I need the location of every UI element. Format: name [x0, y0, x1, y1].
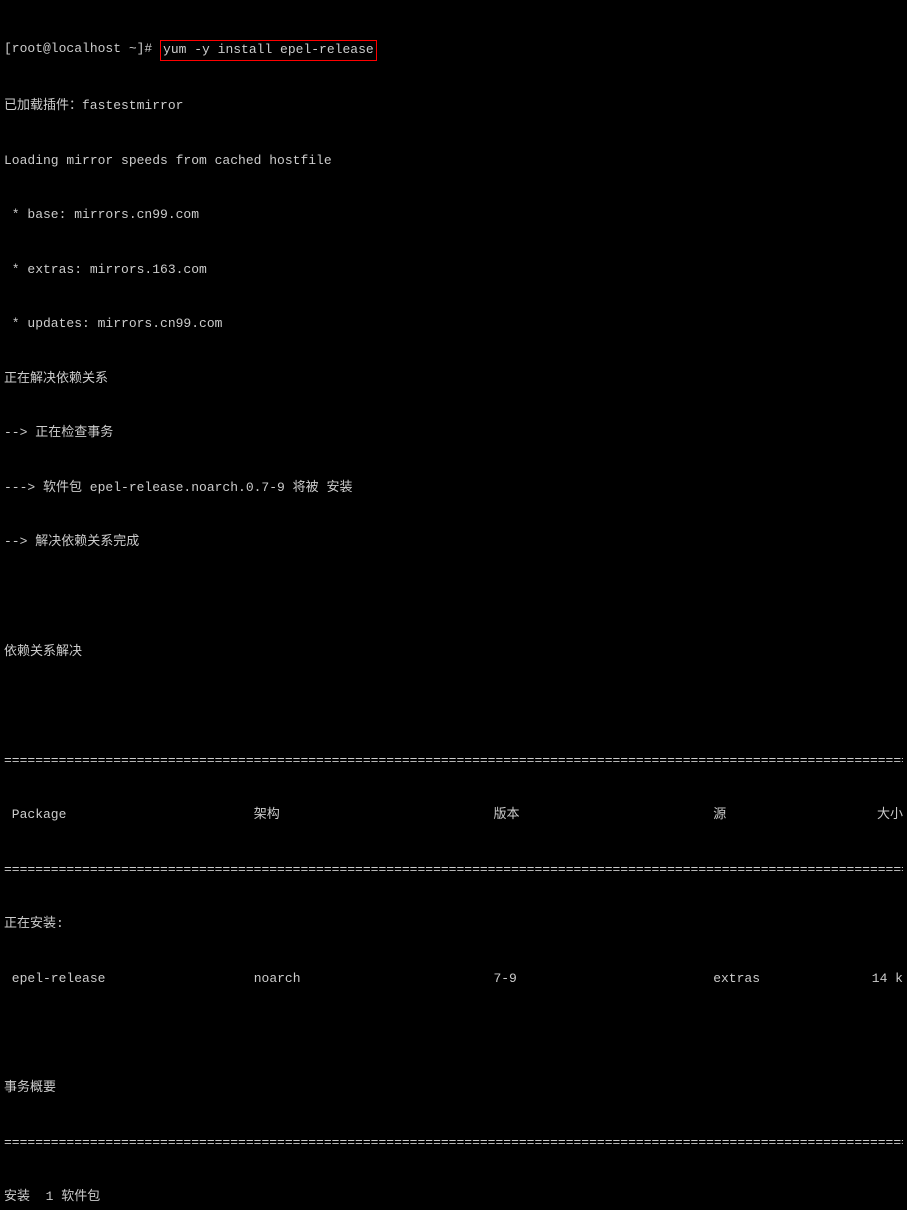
install-count: 安装 1 软件包: [4, 1188, 903, 1206]
output-line: ---> 软件包 epel-release.noarch.0.7-9 将被 安装: [4, 479, 903, 497]
cell-package: epel-release: [4, 970, 254, 988]
divider: ========================================…: [4, 1134, 903, 1152]
table-row: epel-release noarch 7-9 extras 14 k: [4, 970, 903, 988]
blank-line: [4, 588, 903, 606]
output-line: --> 正在检查事务: [4, 424, 903, 442]
terminal-output: [root@localhost ~]# yum -y install epel-…: [4, 4, 903, 1210]
cell-size: 14 k: [853, 970, 903, 988]
installing-label: 正在安装:: [4, 915, 903, 933]
output-line: * base: mirrors.cn99.com: [4, 206, 903, 224]
header-package: Package: [4, 806, 254, 824]
divider: ========================================…: [4, 752, 903, 770]
blank-line: [4, 697, 903, 715]
cell-repo: extras: [713, 970, 853, 988]
header-arch: 架构: [254, 806, 494, 824]
table-header-row: Package 架构 版本 源 大小: [4, 806, 903, 824]
header-size: 大小: [853, 806, 903, 824]
output-line: 已加载插件：fastestmirror: [4, 97, 903, 115]
output-line: --> 解决依赖关系完成: [4, 533, 903, 551]
output-line: * updates: mirrors.cn99.com: [4, 315, 903, 333]
blank-line: [4, 1025, 903, 1043]
cell-arch: noarch: [254, 970, 494, 988]
output-line: 依赖关系解决: [4, 643, 903, 661]
prompt-text: [root@localhost ~]#: [4, 40, 160, 58]
header-version: 版本: [493, 806, 713, 824]
summary-label: 事务概要: [4, 1079, 903, 1097]
command-line-1: [root@localhost ~]# yum -y install epel-…: [4, 40, 903, 60]
cell-version: 7-9: [493, 970, 713, 988]
divider: ========================================…: [4, 861, 903, 879]
highlighted-command: yum -y install epel-release: [160, 40, 377, 60]
output-line: Loading mirror speeds from cached hostfi…: [4, 152, 903, 170]
header-repo: 源: [713, 806, 853, 824]
output-line: * extras: mirrors.163.com: [4, 261, 903, 279]
output-line: 正在解决依赖关系: [4, 370, 903, 388]
